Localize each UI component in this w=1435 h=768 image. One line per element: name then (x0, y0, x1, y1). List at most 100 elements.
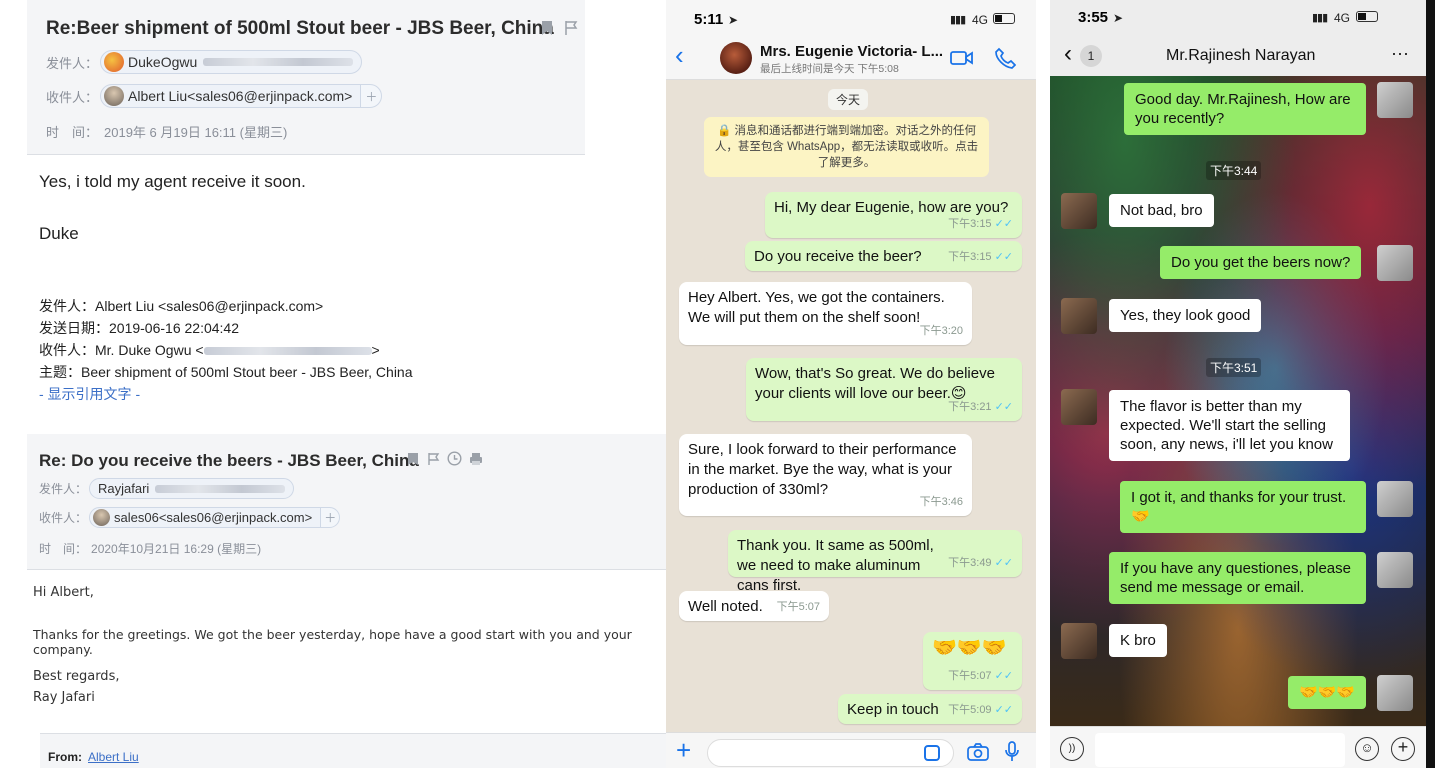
message-in[interactable]: Hey Albert. Yes, we got the containers. … (679, 282, 972, 345)
from-label: 发件人： (46, 55, 99, 71)
add-recipient-button[interactable]: ＋ (320, 507, 341, 528)
self-avatar[interactable] (1377, 552, 1413, 588)
recipient-chip[interactable]: Albert Liu<sales06@erjinpack.com> (100, 84, 362, 108)
wechat-input-bar: )) ☺ + (1050, 726, 1426, 768)
whatsapp-input-bar: + (666, 732, 1036, 768)
voice-icon[interactable]: )) (1060, 737, 1084, 761)
chat-timestamp: 下午3:51 (1206, 358, 1262, 377)
message-out[interactable]: 🤝🤝🤝 (1288, 676, 1367, 709)
self-avatar[interactable] (1377, 82, 1413, 118)
footer-from-link[interactable]: Albert Liu (88, 750, 139, 764)
contact-avatar[interactable] (1061, 623, 1097, 659)
unread-badge: 1 (1080, 45, 1102, 67)
message-out[interactable]: Hi, My dear Eugenie, how are you? 下午3:15… (765, 192, 1022, 238)
message-in[interactable]: Not bad, bro (1109, 194, 1214, 227)
network-type: 4G (1334, 11, 1351, 25)
show-quote-link[interactable]: - 显示引用文字 - (39, 383, 413, 405)
message-in[interactable]: The flavor is better than my expected. W… (1109, 390, 1350, 461)
add-recipient-button[interactable]: ＋ (360, 84, 383, 108)
message-time: 下午5:09 ✓✓ (948, 704, 1013, 716)
email-panel: Re:Beer shipment of 500ml Stout beer - J… (0, 0, 666, 768)
quoted-to-suffix: > (371, 342, 380, 358)
sender-name: Rayjafari (98, 481, 150, 496)
read-ticks-icon: ✓✓ (994, 401, 1013, 413)
email2-time-row: 时 间： 2020年10月21日 16:29 (星期三) (39, 540, 261, 557)
wechat-panel: 3:55 ➤ ▮▮▮ 4G ‹ 1 Mr.Rajinesh Narayan ··… (1050, 0, 1435, 768)
message-out[interactable]: Wow, that's So great. We do believe your… (746, 358, 1022, 421)
whatsapp-header: 5:11 ➤ ▮▮▮ 4G ‹ Mrs. Eugenie Victoria- L… (666, 0, 1036, 80)
read-ticks-icon: ✓✓ (994, 251, 1013, 263)
self-avatar[interactable] (1377, 481, 1413, 517)
message-input[interactable] (707, 739, 954, 767)
encryption-notice[interactable]: 🔒 消息和通话都进行端到端加密。对话之外的任何人，甚至包含 WhatsApp，都… (704, 117, 989, 177)
wechat-header: 3:55 ➤ ▮▮▮ 4G ‹ 1 Mr.Rajinesh Narayan ··… (1050, 0, 1426, 76)
contact-avatar[interactable] (1061, 193, 1097, 229)
phone-call-icon[interactable] (994, 47, 1017, 74)
read-ticks-icon: ✓✓ (994, 670, 1013, 682)
bookmark-icon[interactable] (540, 20, 554, 41)
status-time: 3:55 (1078, 9, 1109, 26)
bookmark-icon[interactable] (407, 452, 419, 471)
flag-icon[interactable] (564, 20, 580, 41)
footer-from-label: From: (48, 750, 82, 764)
footer-quote: From: Albert Liu (40, 733, 666, 768)
emoji-icon[interactable]: ☺ (1355, 737, 1379, 761)
message-input[interactable] (1095, 733, 1345, 767)
lock-icon: 🔒 (716, 125, 732, 137)
message-time: 下午5:07 (776, 601, 820, 613)
email2-to-row: 收件人： sales06<sales06@erjinpack.com> ＋ (39, 507, 341, 528)
message-out[interactable]: Do you get the beers now? (1160, 246, 1362, 279)
sender-chip[interactable]: Rayjafari (89, 478, 295, 499)
plus-icon[interactable]: + (1391, 737, 1415, 761)
plus-icon[interactable]: + (676, 735, 691, 765)
contact-avatar[interactable] (1061, 389, 1097, 425)
self-avatar[interactable] (1377, 245, 1413, 281)
clock-icon[interactable] (447, 451, 462, 471)
message-out[interactable]: I got it, and thanks for your trust. 🤝 (1120, 481, 1366, 533)
status-time: 5:11 (694, 11, 724, 28)
message-in[interactable]: K bro (1109, 624, 1167, 657)
self-avatar[interactable] (1377, 675, 1413, 711)
more-icon[interactable]: ··· (1391, 43, 1409, 64)
quoted-from: 发件人：Albert Liu <sales06@erjinpack.com> (39, 298, 324, 314)
quoted-header: 发件人：Albert Liu <sales06@erjinpack.com> 发… (39, 295, 413, 405)
message-out[interactable]: 🤝🤝🤝 下午5:07 ✓✓ (923, 632, 1022, 690)
message-out[interactable]: If you have any questiones, please send … (1109, 552, 1366, 604)
whatsapp-panel: 5:11 ➤ ▮▮▮ 4G ‹ Mrs. Eugenie Victoria- L… (666, 0, 1036, 768)
message-text: Sure, I look forward to their performanc… (688, 441, 957, 498)
back-icon[interactable]: ‹ (675, 42, 684, 68)
contact-avatar[interactable] (720, 42, 752, 74)
quoted-subject: 主题：Beer shipment of 500ml Stout beer - J… (39, 364, 413, 380)
recipient-chip[interactable]: sales06<sales06@erjinpack.com> (89, 507, 322, 528)
video-call-icon[interactable] (950, 49, 974, 72)
message-out[interactable]: Thank you. It same as 500ml, we need to … (728, 530, 1022, 594)
avatar (104, 86, 125, 106)
camera-icon[interactable] (967, 743, 989, 766)
chat-timestamp: 下午3:44 (1206, 161, 1262, 180)
message-out[interactable]: Good day. Mr.Rajinesh, How are you recen… (1124, 83, 1366, 135)
back-icon[interactable]: ‹ (1064, 42, 1072, 66)
print-icon[interactable] (469, 452, 483, 471)
contact-name[interactable]: Mrs. Eugenie Victoria- L... (760, 43, 943, 60)
message-time: 下午3:15 ✓✓ (948, 251, 1013, 263)
message-out[interactable]: Keep in touch 下午5:09 ✓✓ (838, 694, 1022, 724)
sticker-icon[interactable] (924, 745, 940, 761)
to-label: 收件人： (39, 511, 88, 525)
read-ticks-icon: ✓✓ (994, 557, 1013, 569)
email2-header: Re: Do you receive the beers - JBS Beer,… (27, 434, 666, 570)
message-in[interactable]: Yes, they look good (1109, 299, 1262, 332)
sender-chip[interactable]: DukeOgwu (100, 50, 363, 74)
message-out[interactable]: Do you receive the beer? 下午3:15 ✓✓ (745, 241, 1022, 271)
flag-icon[interactable] (427, 452, 441, 471)
message-in[interactable]: Well noted. 下午5:07 (679, 591, 829, 621)
email2-signature: Ray Jafari (33, 690, 95, 705)
date-chip: 今天 (828, 89, 869, 110)
signal-icon: ▮▮▮ (1312, 12, 1328, 24)
microphone-icon[interactable] (1005, 741, 1019, 768)
message-in[interactable]: Sure, I look forward to their performanc… (679, 434, 972, 516)
contact-avatar[interactable] (1061, 298, 1097, 334)
recipient-name: Albert Liu<sales06@erjinpack.com> (128, 88, 353, 104)
email2-from-row: 发件人： Rayjafari (39, 478, 295, 499)
message-time: 下午3:21 ✓✓ (948, 401, 1013, 413)
redacted-email (203, 58, 354, 66)
